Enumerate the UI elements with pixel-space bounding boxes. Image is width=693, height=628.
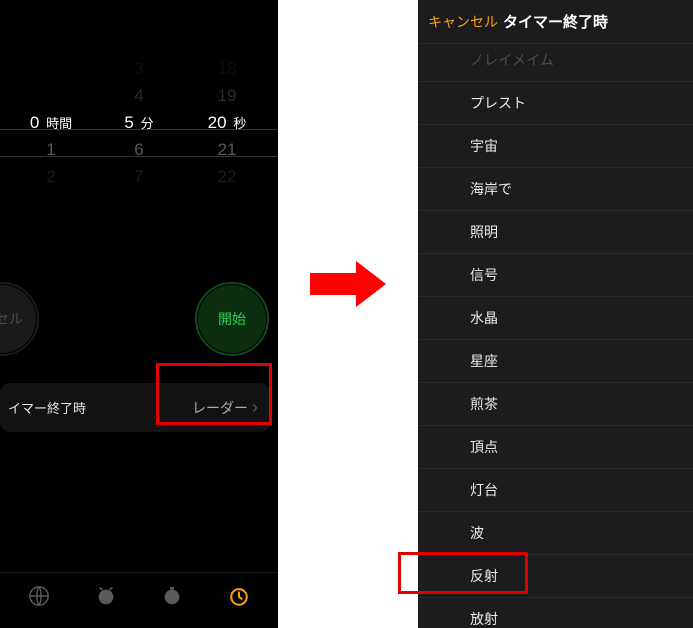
annotation-highlight [156,363,272,425]
picker-faded [7,82,95,109]
sound-option[interactable]: 放射 [418,598,693,628]
sound-option[interactable]: 煎茶 [418,383,693,426]
picker-seconds[interactable]: 18 19 20 秒 21 22 [183,55,271,190]
annotation-highlight [398,552,528,594]
arrow-annotation [278,0,418,628]
picker-faded: 2 [7,163,95,190]
sound-option[interactable]: 照明 [418,211,693,254]
sound-option-cutoff[interactable]: ノレイメイム [418,44,693,82]
arrow-right-icon [310,261,386,307]
tab-bar [0,572,278,628]
picker-hours[interactable]: 0 時間 1 2 [7,55,95,190]
picker-faded: 3 [95,55,183,82]
picker[interactable]: 0 時間 1 2 3 4 5 分 6 7 18 19 20 秒 21 22 [0,0,278,190]
sound-list[interactable]: ノレイメイム プレスト宇宙海岸で照明信号水晶星座煎茶頂点灯台波反射放射クラシック… [418,44,693,628]
picker-faded: 6 [95,136,183,163]
picker-minutes[interactable]: 3 4 5 分 6 7 [95,55,183,190]
picker-faded: 19 [183,82,271,109]
sound-option[interactable]: 信号 [418,254,693,297]
cancel-button[interactable]: キャンセル [428,12,498,32]
alarm-tab[interactable] [95,585,117,613]
sound-option[interactable]: 水晶 [418,297,693,340]
picker-faded: 4 [95,82,183,109]
sound-picker-screen: キャンセル タイマー終了時 ノレイメイム プレスト宇宙海岸で照明信号水晶星座煎茶… [418,0,693,628]
picker-selected: 20 秒 [183,109,271,136]
picker-faded: 22 [183,163,271,190]
sound-option[interactable]: 波 [418,512,693,555]
stopwatch-tab[interactable] [161,585,183,613]
picker-selected: 5 分 [95,109,183,136]
picker-faded: 7 [95,163,183,190]
timer-screen: 0 時間 1 2 3 4 5 分 6 7 18 19 20 秒 21 22 ンセ… [0,0,278,628]
picker-faded: 1 [7,136,95,163]
sound-option[interactable]: 星座 [418,340,693,383]
picker-selected: 0 時間 [7,109,95,136]
sound-option[interactable]: 灯台 [418,469,693,512]
cancel-button[interactable]: ンセル [0,285,36,353]
modal-header: キャンセル タイマー終了時 [418,0,693,44]
start-button[interactable]: 開始 [198,285,266,353]
modal-title: タイマー終了時 [503,11,608,32]
sound-option[interactable]: 宇宙 [418,125,693,168]
sound-option[interactable]: 頂点 [418,426,693,469]
picker-faded [7,55,95,82]
picker-faded: 21 [183,136,271,163]
when-ends-label: イマー終了時 [8,398,86,417]
sound-option[interactable]: 海岸で [418,168,693,211]
world-clock-tab[interactable] [28,585,50,613]
sound-option[interactable]: プレスト [418,82,693,125]
picker-faded: 18 [183,55,271,82]
timer-tab[interactable] [228,585,250,613]
